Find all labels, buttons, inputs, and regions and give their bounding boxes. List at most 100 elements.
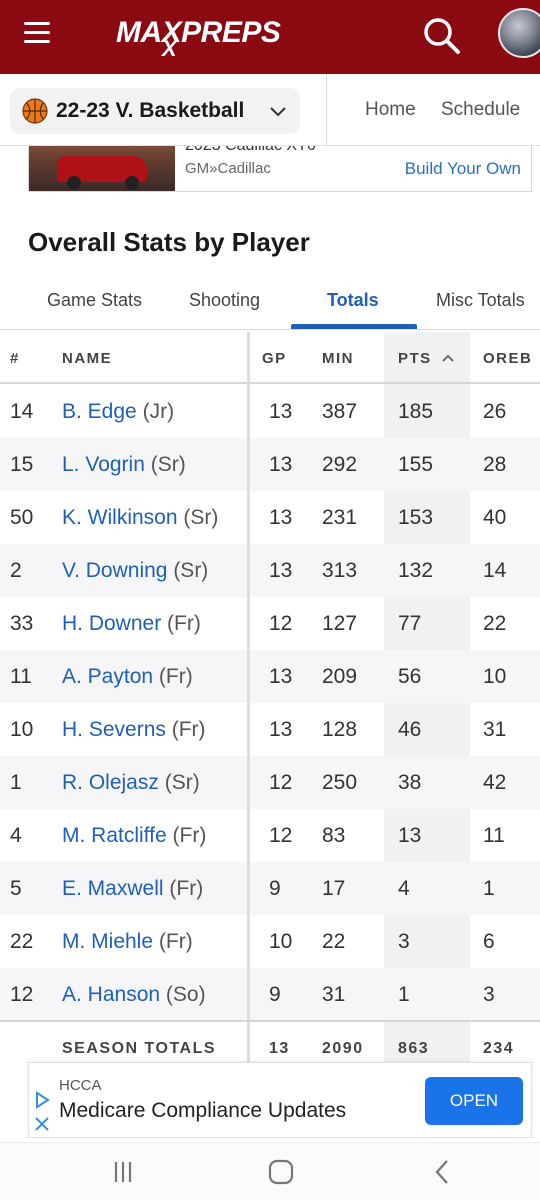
column-header-min[interactable]: MIN [322,350,354,367]
player-class: (So) [165,983,206,1006]
player-class: (Fr) [158,930,193,953]
ad-open-button[interactable]: OPEN [425,1077,523,1125]
player-name-link[interactable]: B. Edge [62,400,137,423]
offensive-rebounds: 28 [483,453,507,476]
player-class: (Fr) [169,877,204,900]
minutes: 31 [322,983,346,1006]
player-name-link[interactable]: A. Payton [62,665,153,688]
season-totals-pts: 863 [398,1040,430,1057]
points: 77 [398,612,422,635]
offensive-rebounds: 42 [483,771,507,794]
column-header-gp[interactable]: GP [262,350,287,367]
build-your-own-link[interactable]: Build Your Own [405,159,521,179]
points: 132 [398,559,434,582]
table-row: 5 E. Maxwell (Fr) 9 17 4 1 [0,862,540,915]
jersey-number: 14 [10,400,34,423]
minutes: 17 [322,877,346,900]
minutes: 83 [322,824,346,847]
back-icon[interactable] [428,1157,458,1187]
tab-totals[interactable]: Totals [327,290,379,311]
nav-schedule[interactable]: Schedule [441,99,520,121]
offensive-rebounds: 3 [483,983,495,1006]
player-cell: E. Maxwell (Fr) [62,877,203,901]
column-header-pts-label: PTS [398,350,432,367]
column-header-oreb[interactable]: OREB [483,350,532,367]
close-icon[interactable] [33,1115,51,1133]
jersey-number: 2 [10,559,22,582]
tab-game-stats[interactable]: Game Stats [47,290,142,311]
top-ad-banner[interactable]: 2023 Cadillac XT6 GM»Cadillac Build Your… [28,146,532,192]
player-name-link[interactable]: M. Miehle [62,930,153,953]
player-name-link[interactable]: A. Hanson [62,983,160,1006]
player-name-link[interactable]: R. Olejasz [62,771,159,794]
player-class: (Fr) [167,612,201,635]
jersey-number: 11 [10,665,32,688]
hamburger-icon[interactable] [24,22,50,46]
sport-season-dropdown[interactable]: 22-23 V. Basketball [10,88,300,134]
season-totals-oreb: 234 [483,1040,515,1057]
player-class: (Fr) [158,665,193,688]
bottom-ad-banner[interactable]: HCCA Medicare Compliance Updates OPEN [28,1062,532,1138]
table-row: 50 K. Wilkinson (Sr) 13 231 153 40 [0,491,540,544]
games-played: 12 [269,612,293,635]
player-name-link[interactable]: V. Downing [62,559,167,582]
ad-sponsor: HCCA [59,1077,102,1094]
minutes: 127 [322,612,358,635]
points: 46 [398,718,422,741]
sort-ascending-icon [442,354,454,362]
column-header-number[interactable]: # [10,350,20,367]
jersey-number: 33 [10,612,34,635]
ad-car-image [29,146,175,191]
table-row: 15 L. Vogrin (Sr) 13 292 155 28 [0,438,540,491]
games-played: 13 [269,665,293,688]
stats-tabs: Game Stats Shooting Totals Misc Totals [0,278,540,330]
tab-shooting[interactable]: Shooting [189,290,260,311]
avatar[interactable] [498,8,540,58]
player-cell: H. Downer (Fr) [62,612,201,636]
minutes: 313 [322,559,358,582]
top-app-bar: MAXPREPS X [0,0,540,74]
player-class: (Fr) [171,718,206,741]
column-header-pts[interactable]: PTS [398,350,455,367]
column-header-name[interactable]: NAME [62,350,112,367]
search-icon[interactable] [420,14,464,58]
jersey-number: 5 [10,877,22,900]
jersey-number: 12 [10,983,34,1006]
player-name-link[interactable]: K. Wilkinson [62,506,178,529]
player-class: (Jr) [142,400,175,423]
minutes: 231 [322,506,358,529]
player-name-link[interactable]: E. Maxwell [62,877,164,900]
frozen-column-divider [247,332,250,1072]
offensive-rebounds: 40 [483,506,507,529]
page-title: Overall Stats by Player [28,227,310,257]
recents-icon[interactable] [108,1157,138,1187]
player-name-link[interactable]: H. Severns [62,718,166,741]
active-tab-indicator [291,324,417,329]
points: 38 [398,771,422,794]
home-icon[interactable] [266,1157,296,1187]
player-name-link[interactable]: H. Downer [62,612,161,635]
points: 1 [398,983,410,1006]
table-row: 1 R. Olejasz (Sr) 12 250 38 42 [0,756,540,809]
logo-text: MAXPREPS [116,16,281,49]
player-class: (Sr) [173,559,209,582]
offensive-rebounds: 11 [483,824,505,847]
player-class: (Sr) [183,506,219,529]
player-class: (Fr) [172,824,207,847]
jersey-number: 22 [10,930,34,953]
ad-title: 2023 Cadillac XT6 [185,146,316,155]
player-cell: M. Miehle (Fr) [62,930,193,954]
tab-misc-totals[interactable]: Misc Totals [436,290,525,311]
offensive-rebounds: 6 [483,930,495,953]
ad-choices-icon[interactable] [33,1091,51,1109]
jersey-number: 50 [10,506,34,529]
player-name-link[interactable]: M. Ratcliffe [62,824,167,847]
android-nav-bar [0,1142,540,1200]
nav-home[interactable]: Home [365,99,416,121]
maxpreps-logo[interactable]: MAXPREPS X [116,12,281,61]
table-row: 22 M. Miehle (Fr) 10 22 3 6 [0,915,540,968]
player-name-link[interactable]: L. Vogrin [62,453,145,476]
logo-x-mark: X [162,36,177,61]
basketball-icon [22,98,48,124]
season-totals-gp: 13 [269,1040,290,1057]
